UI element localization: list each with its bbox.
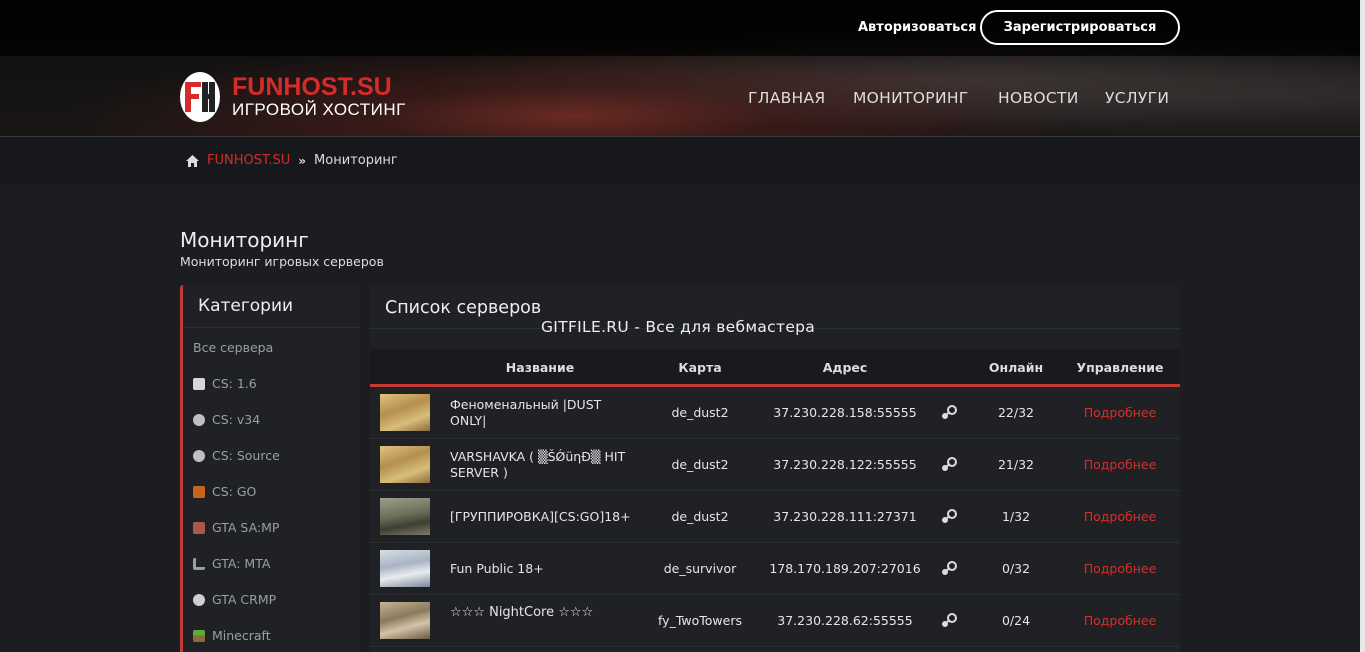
sidebar-item-all[interactable]: Все сервера bbox=[193, 340, 273, 356]
table-row: Fun Public 18+ de_survivor 178.170.189.2… bbox=[370, 543, 1180, 595]
breadcrumb-home[interactable]: FUNHOST.SU bbox=[207, 153, 290, 169]
map-thumbnail bbox=[380, 602, 430, 639]
table-row: Феноменальный |DUST ONLY| de_dust2 37.23… bbox=[370, 387, 1180, 439]
column-name: Название bbox=[505, 360, 575, 375]
server-map: de_dust2 bbox=[671, 405, 729, 420]
server-name: Fun Public 18+ bbox=[450, 561, 544, 576]
sidebar-item-mta[interactable]: GTA: MTA bbox=[193, 556, 270, 572]
sidebar-item-crmp[interactable]: GTA CRMP bbox=[193, 592, 276, 608]
mta-icon bbox=[193, 558, 205, 570]
sidebar-item-label: Все сервера bbox=[193, 340, 274, 355]
nav-services[interactable]: УСЛУГИ bbox=[1105, 89, 1169, 107]
register-button[interactable]: Зарегистрироваться bbox=[980, 10, 1180, 45]
table-header: Название Карта Адрес Онлайн Управление bbox=[370, 349, 1180, 387]
sidebar-item-label: Minecraft bbox=[212, 628, 271, 643]
map-thumbnail bbox=[380, 394, 430, 431]
logo-emblem-icon bbox=[180, 72, 220, 122]
table-row: ☆☆☆ NightCore ☆☆☆ fy_TwoTowers 37.230.22… bbox=[370, 595, 1180, 647]
server-online: 22/32 bbox=[997, 405, 1035, 420]
nav-monitoring[interactable]: МОНИТОРИНГ bbox=[853, 89, 969, 107]
details-link[interactable]: Подробнее bbox=[1070, 561, 1170, 577]
minecraft-icon bbox=[193, 630, 205, 642]
home-icon[interactable] bbox=[186, 155, 199, 167]
server-list-panel: Список серверов Название Карта Адрес Онл… bbox=[370, 285, 1180, 652]
column-map: Карта bbox=[678, 360, 722, 375]
sidebar-item-cssource[interactable]: CS: Source bbox=[193, 448, 280, 464]
page-title: Мониторинг bbox=[180, 228, 309, 252]
sidebar-title: Категории bbox=[183, 285, 360, 328]
server-online: 0/24 bbox=[1001, 613, 1031, 628]
column-actions: Управление bbox=[1076, 360, 1164, 375]
server-name: VARSHAVKA ( ▒ŠǾüηĐ▒ HIT SERVER ) bbox=[450, 449, 626, 480]
server-address: 37.230.228.158:55555 bbox=[773, 405, 917, 420]
map-thumbnail bbox=[380, 446, 430, 483]
logo-subtitle: ИГРОВОЙ ХОСТИНГ bbox=[232, 100, 406, 119]
login-link[interactable]: Авторизоваться bbox=[858, 19, 976, 37]
sidebar-item-samp[interactable]: GTA SA:MP bbox=[193, 520, 279, 536]
server-name: [ГРУППИРОВКА][CS:GO]18+ bbox=[450, 509, 631, 524]
sidebar-item-label: CS: 1.6 bbox=[212, 376, 257, 391]
steam-connect-icon[interactable] bbox=[940, 405, 958, 421]
steam-connect-icon[interactable] bbox=[940, 561, 958, 577]
sidebar-item-cs16[interactable]: CS: 1.6 bbox=[193, 376, 257, 392]
site-logo[interactable]: FUNHOST.SU ИГРОВОЙ ХОСТИНГ bbox=[180, 71, 420, 123]
server-online: 0/32 bbox=[1001, 561, 1031, 576]
nav-home[interactable]: ГЛАВНАЯ bbox=[748, 89, 825, 107]
table-row: VARSHAVKA ( ▒ŠǾüηĐ▒ HIT SERVER ) de_dust… bbox=[370, 439, 1180, 491]
breadcrumb-current: Мониторинг bbox=[314, 153, 398, 168]
csv34-icon bbox=[193, 414, 205, 426]
server-address: 37.230.228.62:55555 bbox=[777, 613, 913, 628]
categories-sidebar: Категории Все сервера CS: 1.6 CS: v34 CS… bbox=[180, 285, 360, 652]
server-map: de_dust2 bbox=[671, 509, 729, 524]
server-online: 21/32 bbox=[997, 457, 1035, 472]
map-thumbnail bbox=[380, 550, 430, 587]
sidebar-item-label: CS: v34 bbox=[212, 412, 261, 427]
details-link[interactable]: Подробнее bbox=[1070, 613, 1170, 629]
sidebar-item-csgo[interactable]: CS: GO bbox=[193, 484, 256, 500]
sidebar-item-label: CS: GO bbox=[212, 484, 257, 499]
sidebar-item-label: GTA CRMP bbox=[212, 592, 277, 607]
server-map: de_survivor bbox=[663, 561, 737, 576]
server-online: 1/32 bbox=[1001, 509, 1031, 524]
server-address: 37.230.228.122:55555 bbox=[773, 457, 917, 472]
samp-icon bbox=[193, 522, 205, 534]
server-address: 37.230.228.111:27371 bbox=[773, 509, 917, 524]
page-subtitle: Мониторинг игровых серверов bbox=[180, 254, 384, 269]
sidebar-item-csv34[interactable]: CS: v34 bbox=[193, 412, 260, 428]
crmp-icon bbox=[193, 594, 205, 606]
map-thumbnail bbox=[380, 498, 430, 535]
cssource-icon bbox=[193, 450, 205, 462]
breadcrumb: FUNHOST.SU » Мониторинг bbox=[186, 153, 398, 169]
breadcrumb-separator-icon: » bbox=[298, 154, 307, 168]
watermark-text: GITFILE.RU - Все для вебмастера bbox=[541, 318, 816, 336]
details-link[interactable]: Подробнее bbox=[1070, 405, 1170, 421]
details-link[interactable]: Подробнее bbox=[1070, 509, 1170, 525]
csgo-icon bbox=[193, 486, 205, 498]
column-address: Адрес bbox=[822, 360, 868, 375]
steam-connect-icon[interactable] bbox=[940, 509, 958, 525]
sidebar-item-label: CS: Source bbox=[212, 448, 280, 463]
sidebar-item-label: GTA SA:MP bbox=[212, 520, 280, 535]
details-link[interactable]: Подробнее bbox=[1070, 457, 1170, 473]
server-name: Феноменальный |DUST ONLY| bbox=[450, 397, 602, 428]
cs16-icon bbox=[193, 378, 205, 390]
server-name: ☆☆☆ NightCore ☆☆☆ bbox=[450, 605, 594, 620]
server-map: de_dust2 bbox=[671, 457, 729, 472]
steam-connect-icon[interactable] bbox=[940, 613, 958, 629]
scrollbar[interactable] bbox=[1360, 0, 1365, 652]
logo-name: FUNHOST.SU bbox=[232, 73, 392, 101]
sidebar-item-label: GTA: MTA bbox=[212, 556, 271, 571]
table-row: [ГРУППИРОВКА][CS:GO]18+ de_dust2 37.230.… bbox=[370, 491, 1180, 543]
sidebar-item-minecraft[interactable]: Minecraft bbox=[193, 628, 271, 644]
server-map: fy_TwoTowers bbox=[658, 613, 742, 628]
server-address: 178.170.189.207:27016 bbox=[769, 561, 921, 576]
steam-connect-icon[interactable] bbox=[940, 457, 958, 473]
nav-news[interactable]: НОВОСТИ bbox=[998, 89, 1079, 107]
column-online: Онлайн bbox=[988, 360, 1044, 375]
panel-title: Список серверов bbox=[385, 298, 542, 318]
